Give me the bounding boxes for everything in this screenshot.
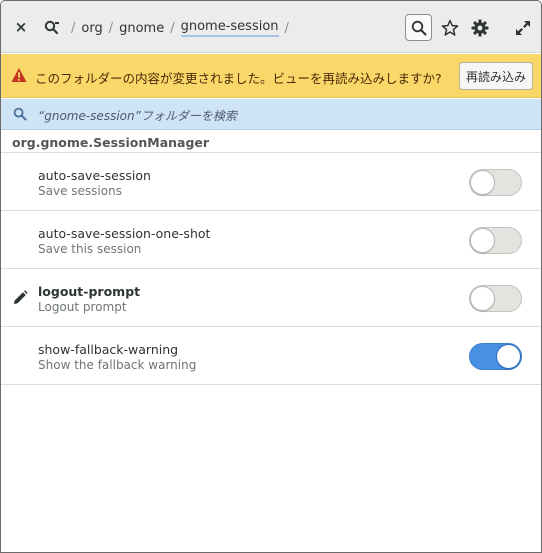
toggle-switch[interactable] xyxy=(469,227,522,254)
bookmark-button[interactable] xyxy=(436,14,464,42)
breadcrumb-org[interactable]: org xyxy=(81,21,102,36)
close-icon: × xyxy=(14,18,28,36)
key-description: Logout prompt xyxy=(38,300,127,314)
fullscreen-button[interactable] xyxy=(509,14,537,42)
infobar-message: このフォルダーの内容が変更されました。ビューを再読み込みしますか? xyxy=(35,71,442,86)
pencil-icon xyxy=(14,290,28,304)
key-name: auto-save-session xyxy=(38,168,151,183)
breadcrumb-separator: / xyxy=(170,20,175,36)
key-name: show-fallback-warning xyxy=(38,342,179,357)
key-description: Save this session xyxy=(38,242,142,256)
gear-icon xyxy=(471,19,489,37)
key-name: logout-prompt xyxy=(38,284,141,299)
list-item[interactable]: show-fallback-warning Show the fallback … xyxy=(1,327,541,385)
toggle-knob xyxy=(496,344,521,369)
breadcrumb-separator: / xyxy=(71,20,76,36)
breadcrumb-gnome-session[interactable]: gnome-session xyxy=(180,19,279,37)
search-icon xyxy=(411,20,426,35)
toggle-switch[interactable] xyxy=(469,285,522,312)
reload-button[interactable]: 再読み込み xyxy=(459,62,533,90)
close-button[interactable]: × xyxy=(11,17,31,37)
toggle-switch[interactable] xyxy=(469,169,522,196)
key-description: Save sessions xyxy=(38,184,122,198)
schema-title: org.gnome.SessionManager xyxy=(12,135,210,150)
key-name: auto-save-session-one-shot xyxy=(38,226,211,241)
search-path-icon[interactable] xyxy=(44,18,60,36)
header-bar: × / org / gnome / gnome-session / xyxy=(1,1,541,53)
toggle-knob xyxy=(470,170,495,195)
search-bar[interactable]: “gnome-session”フォルダーを検索 xyxy=(1,99,541,130)
search-button[interactable] xyxy=(405,14,432,41)
warning-icon xyxy=(11,68,27,82)
settings-button[interactable] xyxy=(466,14,494,42)
star-icon xyxy=(441,19,459,36)
toggle-knob xyxy=(470,228,495,253)
expand-icon xyxy=(516,21,530,35)
search-icon xyxy=(13,107,27,121)
toggle-switch[interactable] xyxy=(469,343,522,370)
toggle-knob xyxy=(470,286,495,311)
list-item[interactable]: auto-save-session-one-shot Save this ses… xyxy=(1,211,541,269)
breadcrumb-gnome[interactable]: gnome xyxy=(119,21,164,36)
search-input[interactable]: “gnome-session”フォルダーを検索 xyxy=(38,107,237,124)
app-window: × / org / gnome / gnome-session / このフォルダ… xyxy=(0,0,542,553)
list-item[interactable]: logout-prompt Logout prompt xyxy=(1,269,541,327)
breadcrumb: / org / gnome / gnome-session / xyxy=(65,18,295,38)
key-description: Show the fallback warning xyxy=(38,358,197,372)
breadcrumb-separator: / xyxy=(284,20,289,36)
breadcrumb-separator: / xyxy=(108,20,114,36)
list-item[interactable]: auto-save-session Save sessions xyxy=(1,153,541,211)
